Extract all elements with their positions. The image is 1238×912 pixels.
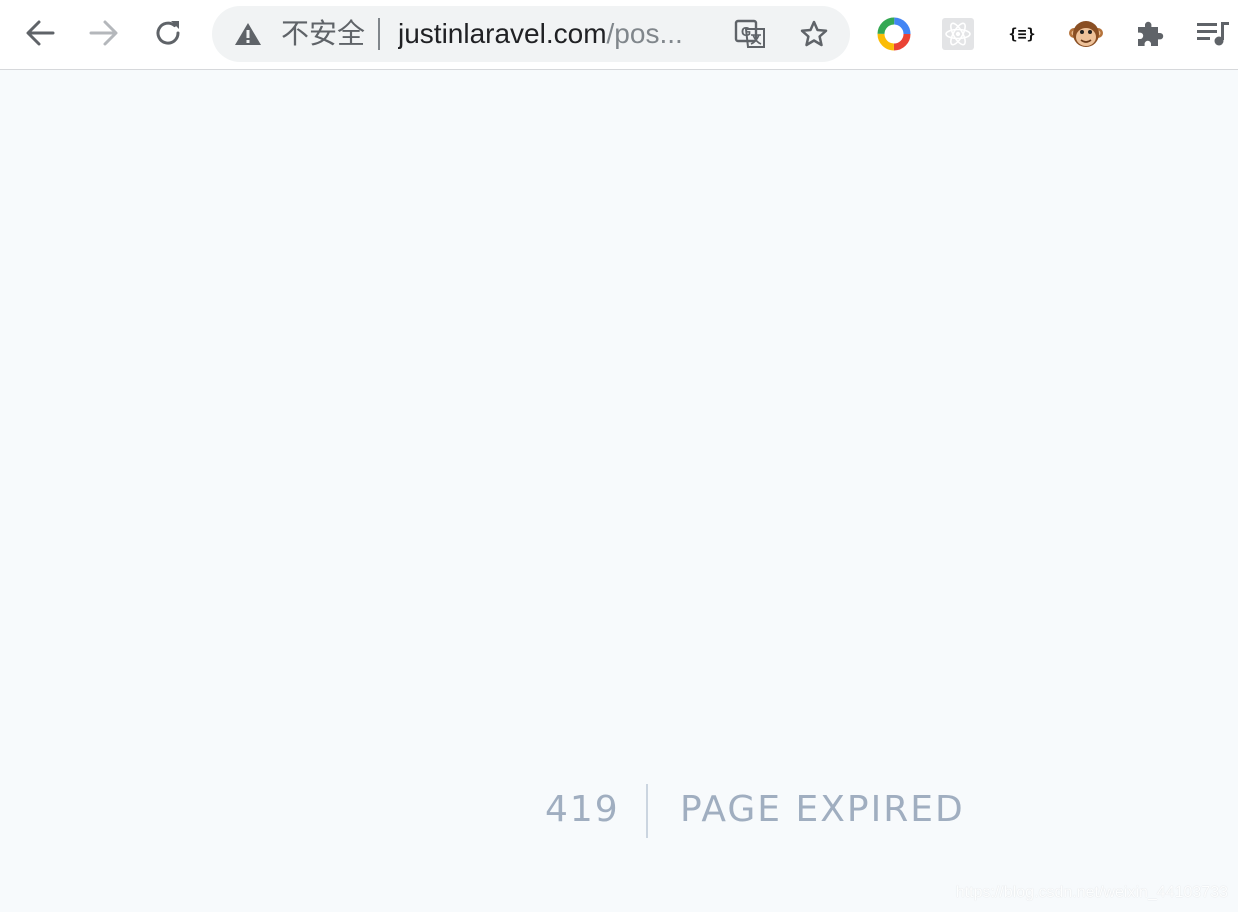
media-queue-icon bbox=[1197, 22, 1229, 46]
puzzle-piece-icon bbox=[1138, 21, 1164, 46]
reload-button[interactable] bbox=[148, 13, 188, 53]
watermark: https://blog.csdn.net/weixin_44103733 bbox=[955, 884, 1228, 901]
extensions-menu-button[interactable] bbox=[1131, 15, 1169, 53]
address-bar[interactable]: 不安全 justinlaravel.com/pos... G bbox=[212, 6, 850, 62]
url-host: justinlaravel.com bbox=[398, 18, 607, 49]
url-text[interactable]: justinlaravel.com/pos... bbox=[398, 18, 708, 50]
warning-icon[interactable] bbox=[234, 22, 262, 46]
url-path: /pos... bbox=[606, 18, 683, 49]
error-divider bbox=[646, 784, 648, 838]
error-message: PAGE EXPIRED bbox=[680, 789, 965, 830]
json-formatter-icon: {≡} bbox=[1008, 25, 1036, 43]
react-devtools-icon bbox=[942, 18, 974, 50]
translate-icon: G bbox=[734, 19, 765, 48]
media-controls-button[interactable] bbox=[1194, 15, 1232, 53]
arrow-right-icon bbox=[89, 20, 118, 46]
color-ring-extension-button[interactable] bbox=[875, 15, 913, 53]
arrow-left-icon bbox=[26, 20, 55, 46]
tampermonkey-icon bbox=[1069, 21, 1103, 47]
back-button[interactable] bbox=[20, 13, 60, 53]
page-content bbox=[0, 70, 1238, 912]
star-icon bbox=[800, 20, 828, 47]
reload-icon bbox=[156, 21, 180, 45]
translate-button[interactable]: G bbox=[734, 18, 766, 50]
browser-toolbar: 不安全 justinlaravel.com/pos... G {≡} bbox=[0, 0, 1238, 70]
react-devtools-button[interactable] bbox=[939, 15, 977, 53]
forward-button[interactable] bbox=[84, 13, 124, 53]
color-ring-extension-icon bbox=[877, 17, 911, 51]
json-formatter-button[interactable]: {≡} bbox=[1003, 15, 1041, 53]
tampermonkey-button[interactable] bbox=[1067, 15, 1105, 53]
error-code: 419 bbox=[545, 789, 620, 830]
bookmark-button[interactable] bbox=[798, 18, 830, 50]
omnibox-separator bbox=[378, 18, 380, 50]
security-status-label[interactable]: 不安全 bbox=[281, 18, 365, 50]
